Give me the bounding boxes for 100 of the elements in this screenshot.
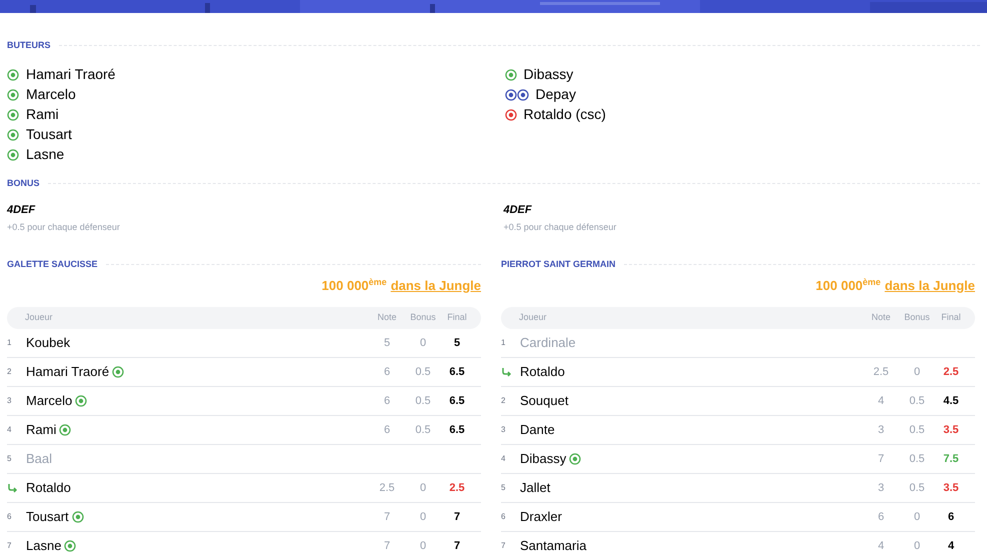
substitution-arrow-icon — [7, 482, 18, 494]
note-cell-text: 6 — [382, 422, 392, 438]
final-cell-text: 6 — [946, 510, 956, 525]
player-name: Baal — [26, 450, 52, 468]
row-number: 4 — [501, 453, 506, 465]
scorer-name: Tousart — [26, 125, 72, 144]
note-cell-text: 4 — [876, 538, 886, 554]
scorer-name: Depay — [536, 85, 576, 104]
player-name: Cardinale — [520, 334, 576, 352]
player-name: Lasne — [26, 537, 62, 555]
formation-label: 100 000$^{ème}$ — [816, 276, 881, 294]
player-name: Marcelo — [26, 392, 72, 410]
player-name: Koubek — [26, 334, 70, 352]
player-name: Rami — [26, 421, 56, 440]
scorer-name: Lasne — [26, 145, 64, 164]
section-title: BONUS — [7, 176, 40, 190]
section-title: BUTEURS — [7, 39, 51, 52]
bonus-cell-text: 0.5 — [908, 422, 926, 438]
player-name: Dibassy — [520, 450, 566, 468]
note-cell-text: 7 — [382, 538, 392, 554]
row-number: 1 — [501, 337, 506, 349]
column-header: Final — [446, 311, 468, 324]
bonus-name: 4DEF — [504, 203, 533, 218]
scorer-name: Marcelo — [26, 85, 76, 104]
row-number: 4 — [7, 424, 12, 436]
row-number: 5 — [7, 453, 12, 465]
bonus-cell-text: 0.5 — [908, 394, 926, 409]
column-header: Bonus — [409, 311, 437, 324]
bonus-description: +0.5 pour chaque défenseur — [7, 220, 121, 234]
bonus-cell-text: 0.5 — [414, 422, 432, 438]
row-number: 3 — [7, 395, 12, 407]
player-name: Souquet — [520, 392, 568, 410]
final-cell-text: 3.5 — [942, 422, 960, 438]
note-cell-text: 5 — [382, 336, 392, 351]
bonus-cell-text: 0 — [418, 538, 428, 554]
note-cell-text: 4 — [876, 394, 886, 409]
column-header: Bonus — [903, 311, 931, 324]
final-cell-text: 4.5 — [942, 394, 960, 409]
row-number: 7 — [7, 540, 12, 552]
row-number: 5 — [501, 482, 506, 494]
bonus-cell-text: 0.5 — [908, 452, 926, 467]
bonus-cell-text: 0.5 — [908, 480, 926, 496]
column-header: Joueur — [519, 311, 548, 324]
bonus-cell-text: 0 — [418, 336, 428, 351]
row-number: 2 — [7, 366, 12, 378]
final-cell-text: 3.5 — [942, 480, 960, 496]
note-cell-text: 6 — [876, 510, 886, 525]
bonus-cell-text: 0 — [418, 510, 428, 525]
row-number: 2 — [501, 395, 506, 407]
bonus-cell-text: 0 — [912, 364, 922, 380]
bonus-cell-text: 0 — [418, 480, 428, 496]
player-name: Dante — [520, 421, 555, 440]
player-name: Rotaldo — [26, 479, 71, 498]
bonus-description: +0.5 pour chaque défenseur — [504, 220, 618, 234]
jungle-link[interactable]: dans la Jungle — [884, 276, 975, 295]
row-number: 6 — [501, 511, 506, 523]
jungle-link[interactable]: dans la Jungle — [390, 276, 481, 295]
final-cell-text: 2.5 — [942, 364, 960, 380]
bonus-cell-text: 0 — [912, 510, 922, 525]
column-header: Final — [940, 311, 962, 324]
player-name: Tousart — [26, 508, 69, 526]
formation-label: 100 000$^{ème}$ — [322, 276, 387, 294]
note-cell-text: 6 — [382, 364, 392, 380]
section-title: GALETTE SAUCISSE — [7, 258, 98, 271]
row-number: 7 — [501, 540, 506, 552]
scorer-name: Hamari Traoré — [26, 65, 116, 84]
final-cell-text: 2.5 — [448, 480, 466, 496]
substitution-arrow-icon — [501, 366, 512, 378]
note-cell-text: 3 — [876, 480, 886, 496]
column-header: Joueur — [25, 311, 54, 324]
final-cell-text: 7 — [452, 538, 462, 554]
player-name: Santamaria — [520, 537, 586, 555]
note-cell-text: 6 — [382, 394, 392, 409]
note-cell-text: 3 — [876, 422, 886, 438]
player-name: Draxler — [520, 508, 562, 526]
note-cell-text: 7 — [876, 452, 886, 467]
row-number: 6 — [7, 511, 12, 523]
section-title: PIERROT SAINT GERMAIN — [501, 258, 616, 271]
note-cell-text: 2.5 — [872, 364, 890, 380]
bonus-cell-text: 0.5 — [414, 394, 432, 409]
scorer-name: Rotaldo (csc) — [524, 105, 606, 124]
final-cell-text: 6.5 — [448, 394, 466, 409]
scorer-name: Dibassy — [524, 65, 574, 84]
bonus-cell-text: 0.5 — [414, 364, 432, 380]
player-name: Jallet — [520, 479, 550, 498]
bonus-cell-text: 0 — [912, 538, 922, 554]
note-cell-text: 2.5 — [378, 480, 396, 496]
note-cell-text: 7 — [382, 510, 392, 525]
column-header: Note — [870, 311, 892, 324]
final-cell-text: 4 — [946, 538, 956, 554]
final-cell-text: 7 — [452, 510, 462, 525]
final-cell-text: 6.5 — [448, 364, 466, 380]
final-cell-text: 7.5 — [942, 452, 960, 467]
column-header: Note — [376, 311, 398, 324]
bonus-name: 4DEF — [7, 203, 36, 218]
row-number: 3 — [501, 424, 506, 436]
player-name: Rotaldo — [520, 363, 565, 382]
scorer-name: Rami — [26, 105, 59, 124]
final-cell-text: 5 — [452, 336, 462, 351]
row-number: 1 — [7, 337, 12, 349]
